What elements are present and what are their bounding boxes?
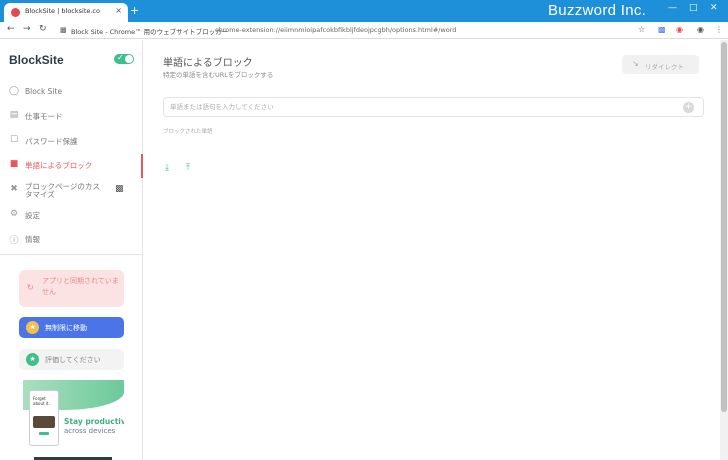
main-content: 単語によるブロック 特定の単語を含むURLをブロックする ↘ リダイレクト + … <box>144 40 720 460</box>
sidebar-item-label: 仕事モード <box>25 112 63 121</box>
phone-screen-text: Forget about it. <box>33 396 50 406</box>
reload-icon[interactable]: ↻ <box>39 24 47 34</box>
sidebar-item-block-site[interactable]: ◯ Block Site <box>0 81 143 103</box>
crown-icon: ★ <box>26 321 39 334</box>
sidebar-item-label: ブロックページのカスタマイズ <box>25 182 100 199</box>
close-tab-icon[interactable]: × <box>115 6 122 15</box>
blocksite-favicon-icon <box>11 8 20 17</box>
info-icon: ⓘ <box>9 236 19 246</box>
gear-icon: ⚙ <box>9 209 19 219</box>
minimize-icon[interactable]: — <box>668 3 677 13</box>
redirect-button[interactable]: ↘ リダイレクト <box>622 55 699 74</box>
sidebar-item-block-by-words[interactable]: ■ 単語によるブロック <box>0 154 143 178</box>
blocksite-enable-toggle[interactable]: ✓ <box>114 53 134 64</box>
scrollbar-thumb[interactable] <box>721 42 727 412</box>
rate-us-label: 評価してください <box>45 356 101 364</box>
go-unlimited-button[interactable]: ★ 無制限に移動 <box>19 317 124 338</box>
add-word-button[interactable]: + <box>683 102 694 113</box>
sidebar-item-label: 単語によるブロック <box>25 161 93 170</box>
check-icon: ✓ <box>117 53 124 62</box>
back-icon[interactable]: ← <box>7 24 15 34</box>
sidebar-item-info[interactable]: ⓘ 情報 <box>0 228 143 250</box>
sidebar-item-work-mode[interactable]: ▤ 仕事モード <box>0 105 143 127</box>
close-window-icon[interactable]: ✕ <box>710 3 718 13</box>
redirect-icon: ↘ <box>632 59 639 68</box>
rate-us-button[interactable]: ★ 評価してください <box>19 349 124 370</box>
extension-icon[interactable]: ▩ <box>658 25 666 34</box>
mobile-app-promo[interactable]: Forget about it. Stay productive across … <box>23 380 124 460</box>
phone-screen-button <box>39 432 49 435</box>
import-icon[interactable]: ⤓ <box>165 163 169 173</box>
sidebar-item-settings[interactable]: ⚙ 設定 <box>0 204 143 226</box>
chat-icon: ■ <box>9 159 19 169</box>
blocksite-logo: BlockSite <box>9 53 64 67</box>
browser-toolbar: ← → ↻ ▩ Block Site - Chrome™ 用のウェブサイトブロッ… <box>0 22 728 39</box>
promo-subtitle: across devices <box>64 427 116 435</box>
sidebar-item-label: 設定 <box>25 211 40 220</box>
sidebar-item-customize-block-page[interactable]: ✖ ブロックページのカスタマイズ ▩ <box>0 179 143 205</box>
promo-title: Stay productive <box>64 417 124 426</box>
lock-icon: ▩ <box>115 184 124 194</box>
maximize-icon[interactable]: □ <box>689 3 698 13</box>
export-icon[interactable]: ⤒ <box>186 163 190 173</box>
profile-icon[interactable]: ◉ <box>697 25 704 34</box>
extension-puzzle-icon[interactable]: ▩ <box>60 26 67 34</box>
sidebar-item-password[interactable]: ☐ パスワード保護 <box>0 130 143 152</box>
blocksite-extension-icon[interactable]: ◉ <box>676 25 683 34</box>
star-icon: ★ <box>26 353 39 366</box>
sidebar: BlockSite ✓ ◯ Block Site ▤ 仕事モード ☐ パスワード… <box>0 40 143 460</box>
new-tab-icon[interactable]: + <box>130 4 139 17</box>
tab-title: BlockSite | blocksite.co <box>25 7 100 15</box>
not-synced-text: アプリと同期されていません <box>42 277 119 296</box>
phone-screen-image <box>33 416 55 428</box>
sync-off-icon: ↻ <box>27 283 34 292</box>
sidebar-divider <box>0 254 143 255</box>
menu-icon[interactable]: ⋮ <box>715 25 723 34</box>
briefcase-icon: ▤ <box>9 110 19 120</box>
omnibox-title[interactable]: Block Site - Chrome™ 用のウェブサイトブロッカー <box>71 26 228 36</box>
not-synced-notice[interactable]: ↻ アプリと同期されていません <box>19 270 124 307</box>
redirect-label: リダイレクト <box>645 63 684 71</box>
browser-tab-bar: BlockSite | blocksite.co × + Buzzword In… <box>0 0 728 22</box>
star-icon[interactable]: ☆ <box>638 25 645 34</box>
sidebar-item-label: 情報 <box>25 235 40 244</box>
page-title: 単語によるブロック <box>163 58 253 69</box>
sidebar-item-label: Block Site <box>25 87 63 96</box>
tools-icon: ✖ <box>10 184 18 194</box>
blocked-words-label: ブロックされた単語 <box>163 129 213 135</box>
lock-icon: ☐ <box>9 135 19 145</box>
forward-icon[interactable]: → <box>23 24 31 34</box>
sidebar-item-label: パスワード保護 <box>25 137 78 146</box>
page-subtitle: 特定の単語を含むURLをブロックする <box>163 71 274 79</box>
go-unlimited-label: 無制限に移動 <box>45 324 87 332</box>
shield-icon: ◯ <box>8 86 20 96</box>
page-scrollbar[interactable] <box>720 40 728 460</box>
omnibox-url[interactable]: chrome-extension://eiimnmioipafcokbfikbl… <box>215 26 456 34</box>
word-input[interactable] <box>163 97 704 117</box>
browser-tab[interactable]: BlockSite | blocksite.co × <box>4 3 128 22</box>
brand-watermark: Buzzword Inc. <box>548 2 647 19</box>
toggle-knob <box>125 55 133 63</box>
phone-illustration: Forget about it. <box>29 390 59 446</box>
